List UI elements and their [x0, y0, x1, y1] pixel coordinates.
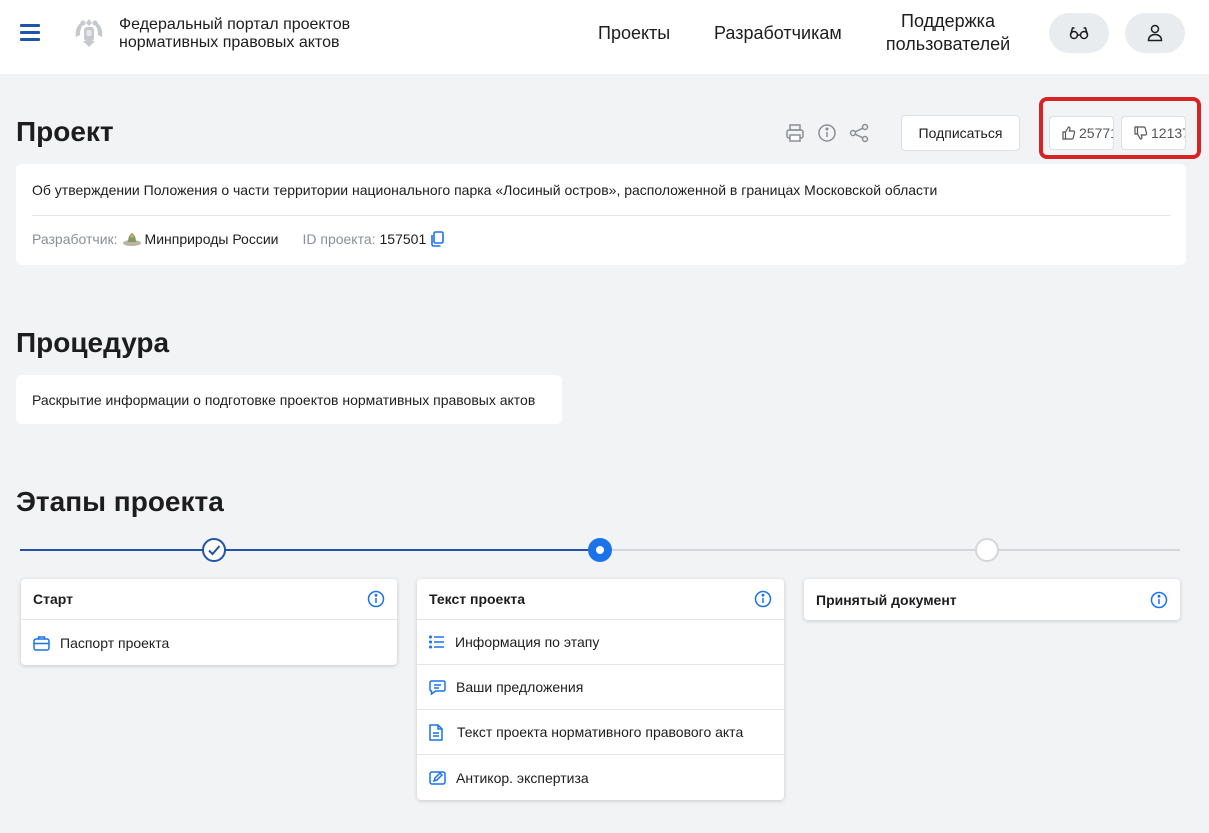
- stage-text-header: Текст проекта: [417, 579, 784, 620]
- briefcase-icon: [33, 635, 50, 651]
- stages-timeline: [20, 537, 1180, 563]
- print-icon[interactable]: [784, 122, 806, 144]
- project-meta: Разработчик: Минприроды России ID проект…: [32, 231, 445, 247]
- accessibility-button[interactable]: [1049, 13, 1109, 53]
- stage-text-title: Текст проекта: [429, 591, 525, 607]
- timeline-line-todo: [600, 549, 1180, 551]
- stage-item-label: Текст проекта нормативного правового акт…: [457, 724, 744, 740]
- project-id-value: 157501: [379, 231, 427, 247]
- stage-item-label: Ваши предложения: [456, 679, 584, 695]
- info-icon[interactable]: [816, 122, 838, 144]
- stage-item-label: Информация по этапу: [455, 634, 600, 650]
- stage-start-header: Старт: [21, 579, 397, 620]
- ministry-logo: [122, 233, 141, 246]
- stage-item-act-text[interactable]: Текст проекта нормативного правового акт…: [417, 710, 784, 755]
- stage-final-card: Принятый документ: [804, 579, 1180, 620]
- portal-title[interactable]: Федеральный портал проектов нормативных …: [119, 16, 399, 52]
- stage-final-title: Принятый документ: [816, 591, 957, 608]
- share-icon[interactable]: [848, 122, 870, 144]
- stage-future-dot-icon: [975, 538, 999, 562]
- stages-heading: Этапы проекта: [16, 486, 224, 517]
- project-title: Об утверждении Положения о части террито…: [32, 182, 938, 198]
- stage-start-card: Старт Паспорт проекта: [21, 579, 397, 665]
- procedure-heading: Процедура: [16, 327, 170, 358]
- vote-highlight-frame: [1039, 97, 1201, 159]
- stage-done-check-icon: [202, 538, 226, 562]
- procedure-card: Раскрытие информации о подготовке проект…: [16, 375, 562, 424]
- divider: [32, 215, 1170, 216]
- edit-icon: [429, 770, 446, 785]
- info-icon[interactable]: [1150, 591, 1168, 609]
- emblem-logo[interactable]: [71, 15, 107, 51]
- user-icon: [1147, 24, 1163, 42]
- copy-icon[interactable]: [430, 231, 445, 247]
- site-header: Федеральный портал проектов нормативных …: [0, 0, 1209, 74]
- stage-item-label: Антикор. экспертиза: [456, 769, 589, 786]
- stage-start-title: Старт: [33, 591, 73, 607]
- nav-support[interactable]: Поддержка пользователей: [872, 10, 1024, 56]
- info-icon[interactable]: [754, 590, 772, 608]
- stage-item-proposals[interactable]: Ваши предложения: [417, 665, 784, 710]
- nav-developers[interactable]: Разработчикам: [714, 23, 842, 44]
- list-icon: [429, 635, 444, 649]
- nav-projects[interactable]: Проекты: [598, 23, 670, 44]
- stage-item-anticorruption[interactable]: Антикор. экспертиза: [417, 755, 784, 800]
- profile-button[interactable]: [1125, 13, 1185, 53]
- document-icon: [429, 723, 443, 741]
- project-heading: Проект: [16, 116, 114, 147]
- project-card: Об утверждении Положения о части террито…: [16, 164, 1186, 265]
- project-id-label: ID проекта:: [302, 231, 376, 247]
- glasses-icon: [1069, 27, 1089, 40]
- developer-value[interactable]: Минприроды России: [145, 231, 279, 247]
- procedure-text: Раскрытие информации о подготовке проект…: [32, 392, 536, 408]
- comment-icon: [429, 679, 446, 695]
- stage-item-passport[interactable]: Паспорт проекта: [21, 620, 397, 665]
- subscribe-button[interactable]: Подписаться: [901, 115, 1020, 151]
- stage-item-info[interactable]: Информация по этапу: [417, 620, 784, 665]
- stage-current-dot-icon: [588, 538, 612, 562]
- info-icon[interactable]: [367, 590, 385, 608]
- developer-label: Разработчик:: [32, 231, 118, 247]
- stage-text-card: Текст проекта Информация по этапу Ваши п…: [417, 579, 784, 800]
- stage-item-label: Паспорт проекта: [60, 634, 170, 651]
- hamburger-icon[interactable]: [20, 24, 40, 42]
- stage-final-header: Принятый документ: [804, 579, 1180, 620]
- timeline-line-done: [20, 549, 600, 551]
